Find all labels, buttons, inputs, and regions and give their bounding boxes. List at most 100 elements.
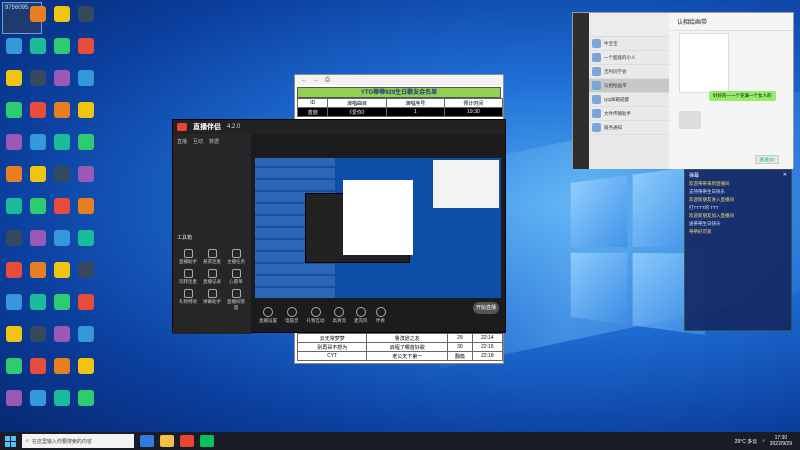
desktop-icon[interactable] xyxy=(2,38,26,54)
volume-icon[interactable]: ♪ xyxy=(762,438,765,444)
start-live-button[interactable]: 开始直播 xyxy=(473,302,499,314)
ctrl-quality[interactable]: 高清流 xyxy=(333,306,346,324)
desktop-icon[interactable] xyxy=(50,294,74,310)
desktop-icon[interactable] xyxy=(2,198,26,214)
live-streaming-app[interactable]: 直播伴侣 4.2.0 直播 互动 数据 工具箱 直播助手 悬赏连麦 主播任务 玩… xyxy=(172,119,506,334)
wechat-taskbar-icon[interactable] xyxy=(200,435,214,447)
desktop-icon[interactable] xyxy=(2,70,26,86)
desktop-icon[interactable] xyxy=(74,134,98,150)
tool-item[interactable]: 弹幕助手 xyxy=(201,289,223,311)
tool-item[interactable]: 悬赏连麦 xyxy=(201,249,223,265)
chat-item[interactable]: QQ邮箱提醒 xyxy=(589,93,669,107)
desktop-icon[interactable] xyxy=(2,230,26,246)
chat-item[interactable]: 服务通知 xyxy=(589,121,669,135)
tool-item[interactable]: 直播间管理 xyxy=(225,289,247,311)
live-app-taskbar-icon[interactable] xyxy=(180,435,194,447)
ctrl-settings[interactable]: 直播设置 xyxy=(259,306,277,324)
chat-item[interactable]: 认相绘画带 xyxy=(589,79,669,93)
desktop-icon[interactable] xyxy=(26,102,50,118)
desktop-icon[interactable] xyxy=(50,134,74,150)
chat-item[interactable]: 牛宝宝 xyxy=(589,37,669,51)
desktop-icon[interactable] xyxy=(26,166,50,182)
desktop-icon[interactable] xyxy=(50,390,74,406)
desktop-icon[interactable] xyxy=(50,358,74,374)
desktop-icon[interactable] xyxy=(74,198,98,214)
desktop-icon[interactable] xyxy=(50,262,74,278)
desktop-icon[interactable] xyxy=(26,262,50,278)
table-row: 蓝菇 《爱你》 1 19:30 xyxy=(296,107,504,117)
desktop-icon[interactable] xyxy=(50,70,74,86)
desktop-icon[interactable] xyxy=(74,390,98,406)
desktop-icon[interactable] xyxy=(2,358,26,374)
desktop-icon[interactable] xyxy=(50,6,74,22)
desktop-icon[interactable] xyxy=(26,198,50,214)
desktop-icon[interactable] xyxy=(74,358,98,374)
desktop-icon[interactable] xyxy=(26,230,50,246)
ctrl-music[interactable]: 伴奏 xyxy=(375,306,386,324)
desktop-icon[interactable] xyxy=(26,38,50,54)
desktop-icon[interactable] xyxy=(50,198,74,214)
desktop-icon[interactable] xyxy=(74,70,98,86)
weather-text[interactable]: 29°C 多云 xyxy=(735,438,758,445)
desktop-icon[interactable] xyxy=(26,6,50,22)
desktop-icon[interactable] xyxy=(26,358,50,374)
start-button[interactable] xyxy=(0,432,20,450)
desktop-icon[interactable] xyxy=(2,326,26,342)
app-icon xyxy=(6,38,22,54)
desktop-icon[interactable] xyxy=(2,294,26,310)
tool-item[interactable]: 直播助手 xyxy=(177,249,199,265)
tool-item[interactable]: 主播任务 xyxy=(225,249,247,265)
tool-item[interactable]: 直播记录 xyxy=(201,269,223,285)
tab-live[interactable]: 直播 xyxy=(177,138,187,145)
ctrl-mic[interactable]: 麦克风 xyxy=(354,306,368,324)
ctrl-gift[interactable]: 礼物互动 xyxy=(307,306,325,324)
desktop-icon[interactable] xyxy=(74,102,98,118)
music-icon xyxy=(375,306,386,317)
app-icon xyxy=(30,390,46,406)
desktop-icon[interactable] xyxy=(50,326,74,342)
chat-sticker[interactable] xyxy=(679,111,701,129)
desktop-icon[interactable] xyxy=(26,326,50,342)
desktop-icon[interactable] xyxy=(26,294,50,310)
stream-preview[interactable] xyxy=(255,158,501,298)
desktop-icon[interactable] xyxy=(74,166,98,182)
clock[interactable]: 17:30 2022/9/29 xyxy=(770,435,792,447)
edge-icon[interactable] xyxy=(140,435,154,447)
chat-item[interactable]: 一个超能的小人 xyxy=(589,51,669,65)
send-button[interactable]: 发送(S) xyxy=(755,155,779,164)
desktop-icon[interactable] xyxy=(2,390,26,406)
tool-item[interactable]: 玩转连麦 xyxy=(177,269,199,285)
desktop-icon[interactable] xyxy=(74,6,98,22)
desktop-icon[interactable] xyxy=(26,390,50,406)
tab-data[interactable]: 数据 xyxy=(209,138,219,145)
desktop-icon[interactable] xyxy=(2,262,26,278)
taskbar-search[interactable]: ⌕ 在这里输入你要搜索的内容 xyxy=(22,434,134,448)
desktop-icon[interactable] xyxy=(74,38,98,54)
desktop-icon[interactable] xyxy=(26,70,50,86)
desktop-icon[interactable] xyxy=(50,38,74,54)
desktop-icon[interactable] xyxy=(74,326,98,342)
forward-icon[interactable]: → xyxy=(313,77,319,83)
desktop-icon[interactable] xyxy=(2,166,26,182)
back-icon[interactable]: ← xyxy=(301,77,307,83)
desktop-icon[interactable] xyxy=(74,230,98,246)
chat-item[interactable]: 文件传输助手 xyxy=(589,107,669,121)
desktop-icon[interactable] xyxy=(2,102,26,118)
desktop-icon[interactable] xyxy=(26,134,50,150)
desktop-icon[interactable] xyxy=(50,166,74,182)
print-icon[interactable]: ⎙ xyxy=(325,77,330,84)
tool-item[interactable]: 心愿单 xyxy=(225,269,247,285)
desktop-icon[interactable] xyxy=(2,134,26,150)
wechat-window[interactable]: 牛宝宝 一个超能的小人 吉利同学会 认相绘画带 QQ邮箱提醒 文件传输助手 服务… xyxy=(572,12,794,169)
close-icon[interactable]: ✕ xyxy=(783,172,787,178)
desktop-icon[interactable] xyxy=(74,262,98,278)
chat-image[interactable] xyxy=(679,33,729,93)
desktop-icon[interactable] xyxy=(74,294,98,310)
file-explorer-icon[interactable] xyxy=(160,435,174,447)
desktop-icon[interactable] xyxy=(50,230,74,246)
tab-interact[interactable]: 互动 xyxy=(193,138,203,145)
desktop-icon[interactable] xyxy=(50,102,74,118)
chat-item[interactable]: 吉利同学会 xyxy=(589,65,669,79)
tool-item[interactable]: 礼物特效 xyxy=(177,289,199,311)
ctrl-pc-audio[interactable]: 电脑音 xyxy=(285,306,299,324)
